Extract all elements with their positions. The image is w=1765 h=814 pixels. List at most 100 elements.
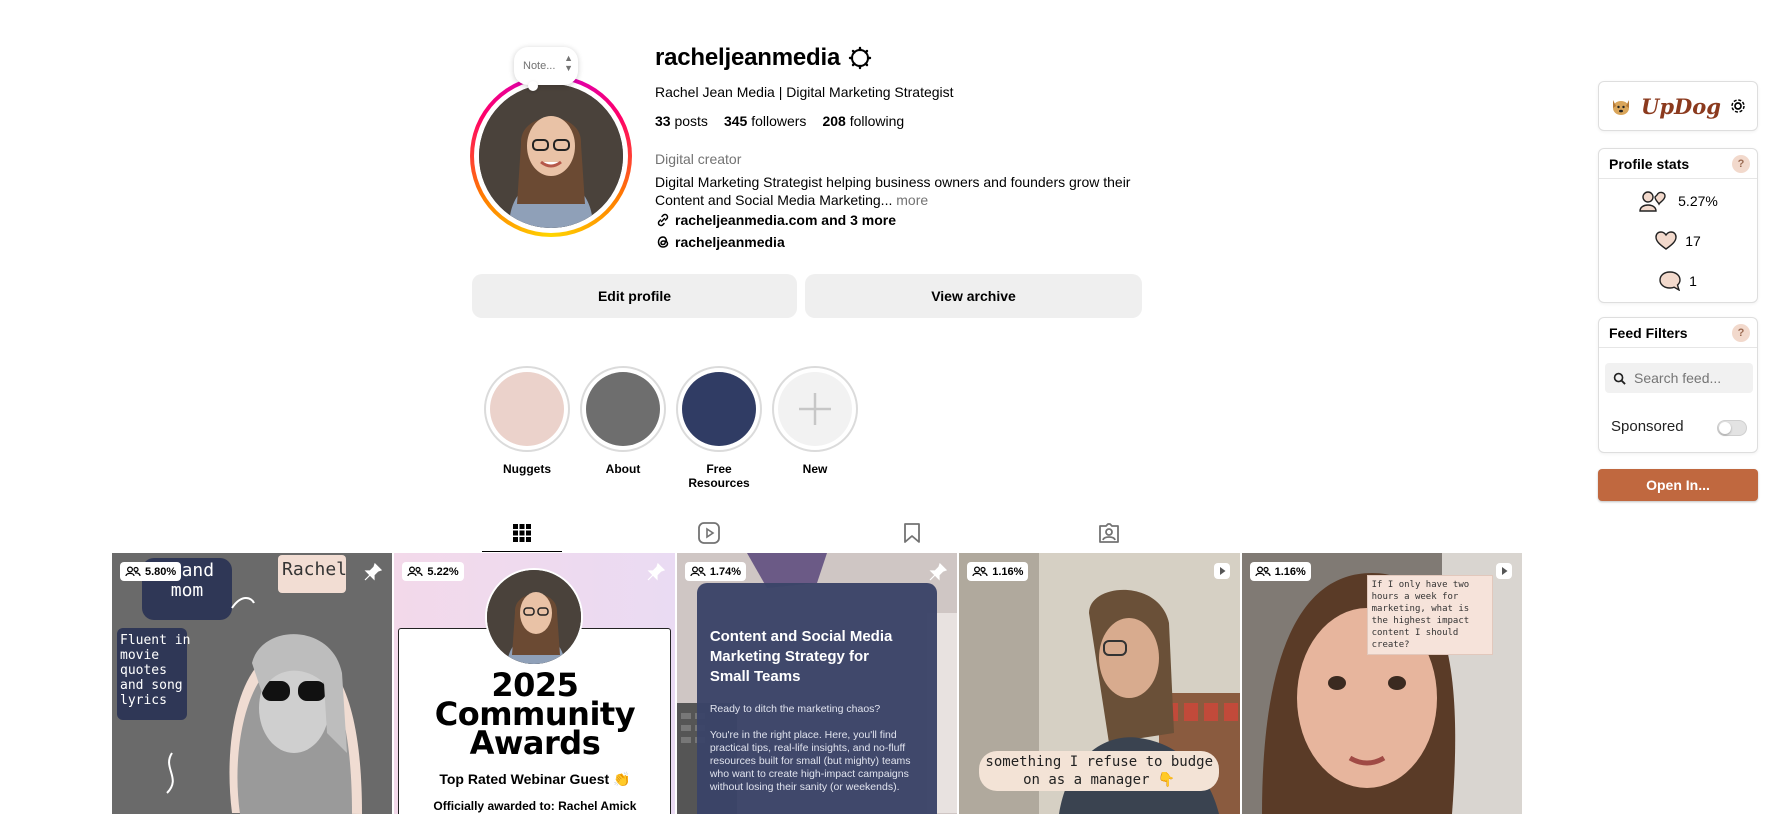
post-tile[interactable]: e and mom Rachel Fluent in movie quotes …	[112, 553, 393, 814]
engagement-value: 5.22%	[427, 565, 459, 578]
note-label: Note...	[523, 60, 556, 72]
highlight-label: Nuggets	[503, 462, 551, 476]
highlight-free-resources[interactable]: Free Resources	[676, 366, 762, 490]
highlight-label: Free Resources	[688, 462, 750, 490]
avg-comments-row: 1	[1599, 261, 1757, 301]
people-icon	[407, 566, 424, 577]
link-icon	[657, 213, 669, 227]
engagement-value: 1.16%	[992, 565, 1024, 578]
threads-handle[interactable]: racheljeanmedia	[675, 234, 785, 250]
post-tile[interactable]: If I only have two hours a week for mark…	[1241, 553, 1523, 814]
avg-likes-value: 17	[1685, 233, 1701, 249]
engagement-value: 5.80%	[145, 565, 177, 578]
engagement-value: 1.16%	[1274, 565, 1306, 578]
post-tile[interactable]: 2025 Community Awards Top Rated Webinar …	[394, 553, 675, 814]
view-archive-button[interactable]: View archive	[805, 274, 1142, 318]
engagement-rate-row: 5.27%	[1599, 181, 1757, 221]
engagement-badge: 5.80%	[120, 562, 182, 581]
post-card-title: Content and Social Media Marketing Strat…	[709, 628, 893, 685]
followers-stat[interactable]: 345 followers	[724, 113, 807, 129]
bio-line-2: Content and Social Media Marketing...	[655, 192, 893, 208]
profile-stats-panel: Profile stats ? 5.27% 17 1	[1598, 148, 1758, 303]
post-card-body: You're in the right place. Here, you'll …	[709, 729, 911, 793]
post-heading-line-3: Awards	[469, 724, 601, 762]
engagement-people-icon	[1639, 191, 1666, 212]
people-icon	[690, 566, 706, 577]
post-subtitle: Top Rated Webinar Guest 👏	[439, 771, 631, 787]
comment-icon	[1659, 271, 1681, 291]
note-bubble[interactable]: Note... ▲ ▼	[514, 47, 578, 91]
threads-icon	[657, 236, 669, 248]
engagement-badge: 5.22%	[402, 562, 464, 581]
pin-icon	[364, 562, 383, 581]
settings-gear-icon[interactable]	[1729, 97, 1747, 115]
tab-saved[interactable]	[872, 514, 952, 552]
post-side-text: Fluent in movie quotes and song lyrics	[120, 633, 191, 708]
note-tail	[528, 81, 538, 91]
feed-filters-panel: Feed Filters ? Sponsored	[1598, 317, 1758, 453]
highlight-new[interactable]: New	[772, 366, 858, 476]
tab-posts[interactable]	[482, 514, 562, 552]
people-icon	[1255, 566, 1271, 577]
pin-icon	[647, 562, 665, 581]
post-note: If I only have two hours a week for mark…	[1371, 580, 1470, 650]
sponsored-toggle[interactable]	[1717, 420, 1747, 436]
reel-icon	[1496, 563, 1513, 579]
feed-filters-title: Feed Filters	[1609, 325, 1688, 341]
post-tile[interactable]: Content and Social Media Marketing Strat…	[676, 553, 958, 814]
engagement-badge: 1.16%	[967, 562, 1029, 581]
search-feed-input[interactable]	[1634, 370, 1744, 386]
profile-stats-title: Profile stats	[1609, 156, 1690, 172]
highlight-label: About	[605, 462, 641, 476]
avg-comments-value: 1	[1689, 273, 1697, 289]
bio-more-link[interactable]: more	[896, 192, 928, 208]
help-icon[interactable]: ?	[1732, 324, 1750, 342]
search-feed-field[interactable]	[1605, 363, 1753, 393]
plus-icon	[799, 393, 831, 425]
highlight-label: New	[802, 462, 828, 476]
profile-username: racheljeanmedia	[655, 44, 841, 71]
heart-icon	[1655, 231, 1677, 250]
note-scroll-arrows-icon[interactable]: ▲ ▼	[564, 53, 573, 73]
saved-icon	[904, 523, 920, 543]
tab-reels[interactable]	[669, 514, 749, 552]
post-footer: Officially awarded to: Rachel Amick	[433, 799, 637, 813]
tagged-icon	[1099, 523, 1119, 543]
avg-likes-row: 17	[1599, 221, 1757, 261]
tab-tagged[interactable]	[1069, 514, 1149, 552]
profile-link[interactable]: racheljeanmedia.com and 3 more	[655, 212, 896, 228]
post-caption: something I refuse to budge on as a mana…	[985, 754, 1213, 788]
reel-icon	[1213, 563, 1230, 579]
profile-avatar-ring[interactable]	[470, 75, 632, 237]
highlight-nuggets[interactable]: Nuggets	[484, 366, 570, 476]
dog-logo-icon	[1613, 100, 1630, 115]
profile-full-name: Rachel Jean Media | Digital Marketing St…	[655, 84, 954, 100]
sponsored-label: Sponsored	[1611, 418, 1684, 435]
help-icon[interactable]: ?	[1732, 155, 1750, 173]
bio-line-1: Digital Marketing Strategist helping bus…	[655, 174, 1131, 190]
post-tile[interactable]: something I refuse to budge on as a mana…	[959, 553, 1240, 814]
engagement-rate-value: 5.27%	[1678, 193, 1718, 209]
settings-gear-icon[interactable]	[848, 46, 872, 70]
search-icon	[1613, 372, 1626, 385]
engagement-badge: 1.16%	[1249, 562, 1311, 581]
threads-link[interactable]: racheljeanmedia	[655, 234, 785, 250]
edit-profile-button[interactable]: Edit profile	[472, 274, 797, 318]
people-icon	[972, 566, 988, 577]
engagement-badge: 1.74%	[684, 562, 747, 581]
posts-grid-icon	[513, 523, 531, 542]
profile-stats: 33 posts 345 followers 208 following	[655, 113, 904, 129]
post-avatar	[485, 568, 584, 666]
engagement-value: 1.74%	[709, 565, 742, 578]
link-text[interactable]: racheljeanmedia.com and 3 more	[675, 212, 896, 228]
post-card-intro: Ready to ditch the marketing chaos?	[709, 703, 881, 715]
following-stat[interactable]: 208 following	[822, 113, 904, 129]
posts-grid: e and mom Rachel Fluent in movie quotes …	[112, 553, 1523, 814]
avatar	[479, 84, 623, 228]
reels-icon	[698, 522, 720, 544]
open-in-button[interactable]: Open In...	[1598, 469, 1758, 501]
profile-bio: Digital Marketing Strategist helping bus…	[655, 173, 1155, 209]
highlight-about[interactable]: About	[580, 366, 666, 476]
pin-icon	[929, 562, 948, 581]
updog-brand: UpDog	[1641, 93, 1721, 119]
